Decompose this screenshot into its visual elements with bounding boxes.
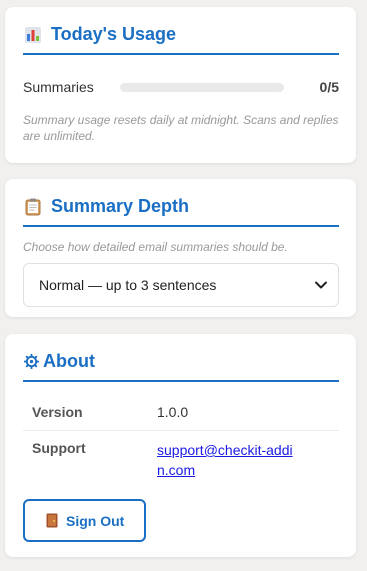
sign-out-label: Sign Out [66, 512, 125, 529]
about-title: About [43, 351, 95, 371]
depth-card-header: Summary Depth [23, 179, 339, 227]
summary-depth-select[interactable]: Normal — up to 3 sentences [23, 263, 339, 307]
door-icon [46, 513, 58, 528]
summaries-label: Summaries [23, 79, 94, 95]
depth-card: Summary Depth Choose how detailed email … [5, 179, 356, 317]
gear-icon [23, 352, 39, 372]
support-label: Support [32, 440, 86, 456]
version-value: 1.0.0 [157, 404, 189, 420]
usage-title: Today's Usage [51, 24, 176, 44]
sign-out-button[interactable]: Sign Out [23, 499, 146, 542]
clipboard-icon [23, 197, 43, 217]
about-table: Version 1.0.0 Support support@checkit-ad… [23, 394, 339, 483]
summaries-count: 0/5 [319, 79, 339, 95]
depth-hint: Choose how detailed email summaries shou… [23, 240, 288, 254]
about-card-header: About [23, 334, 339, 382]
usage-card-header: Today's Usage [23, 7, 339, 55]
about-card: About Version 1.0.0 Support support@chec… [5, 334, 356, 557]
depth-title: Summary Depth [51, 196, 190, 216]
version-label: Version [32, 404, 83, 420]
usage-card: Today's Usage Summaries 0/5 Summary usag… [5, 7, 356, 163]
support-email-link[interactable]: support@checkit-addin.com [157, 442, 293, 478]
summaries-progress-bar [120, 82, 284, 92]
about-row-support: Support support@checkit-addin.com [23, 431, 339, 483]
usage-row: Summaries 0/5 [23, 78, 339, 96]
summary-depth-selected-value: Normal — up to 3 sentences [39, 277, 217, 293]
usage-note: Summary usage resets daily at midnight. … [23, 113, 339, 143]
bar-chart-icon [23, 25, 43, 45]
chevron-down-icon [314, 278, 328, 292]
about-row-version: Version 1.0.0 [23, 394, 339, 431]
